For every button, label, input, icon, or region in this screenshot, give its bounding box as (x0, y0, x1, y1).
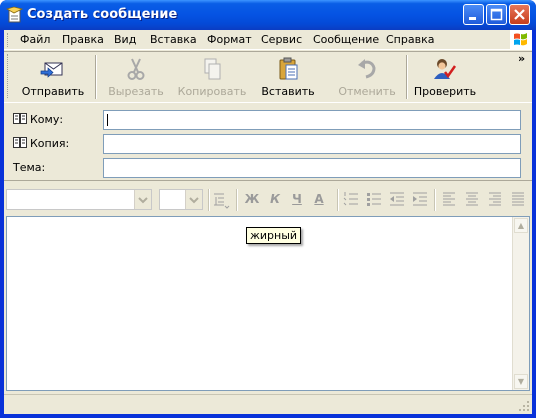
cc-label-button[interactable]: Копия: (13, 137, 69, 150)
decrease-indent-icon[interactable] (389, 191, 405, 207)
paragraph-style-icon[interactable] (212, 191, 230, 209)
menu-view[interactable]: Вид (114, 33, 136, 46)
vertical-scrollbar[interactable]: ▲ ▼ (512, 217, 529, 390)
align-right-icon[interactable] (487, 191, 503, 207)
paste-label: Вставить (261, 85, 315, 98)
numbered-list-icon[interactable] (343, 191, 359, 207)
toolbar-grip (7, 54, 10, 98)
address-book-icon (13, 113, 27, 124)
increase-indent-icon[interactable] (412, 191, 428, 207)
standard-toolbar: Отправить Вырезать Копировать Вставить О… (4, 51, 532, 103)
address-book-icon (13, 137, 27, 148)
menu-grip (7, 33, 10, 47)
text-cursor (107, 114, 108, 126)
underline-button[interactable]: Ч (287, 192, 307, 206)
copy-button[interactable]: Копировать (176, 55, 248, 99)
font-size-combo[interactable] (159, 189, 203, 210)
close-icon (514, 9, 525, 20)
title-bar[interactable]: Создать сообщение (0, 0, 536, 30)
format-separator (337, 189, 339, 211)
windows-logo-icon (510, 30, 532, 50)
menu-help[interactable]: Справка (386, 33, 434, 46)
menu-format[interactable]: Формат (207, 33, 252, 46)
formatting-toolbar: Ж К Ч A (4, 185, 532, 215)
menu-edit[interactable]: Правка (62, 33, 104, 46)
minimize-button[interactable] (463, 4, 484, 25)
scissors-icon (127, 58, 145, 80)
maximize-button[interactable] (486, 4, 507, 25)
scroll-up-button[interactable]: ▲ (514, 218, 528, 233)
message-header: Кому: Копия: Тема: (4, 105, 532, 181)
bold-tooltip: жирный (246, 227, 302, 244)
format-separator (236, 189, 238, 211)
toolbar-overflow-chevron[interactable]: » (518, 52, 525, 65)
paste-button[interactable]: Вставить (256, 55, 320, 99)
check-names-button[interactable]: Проверить (412, 55, 478, 99)
maximize-icon (490, 8, 503, 21)
bold-button[interactable]: Ж (242, 192, 262, 206)
clipboard-icon (279, 57, 298, 80)
align-center-icon[interactable] (464, 191, 480, 207)
menu-insert[interactable]: Вставка (150, 33, 197, 46)
undo-button[interactable]: Отменить (334, 55, 400, 99)
to-label-button[interactable]: Кому: (13, 113, 63, 126)
menu-file[interactable]: Файл (20, 33, 50, 46)
new-message-icon (6, 6, 23, 23)
close-button[interactable] (509, 4, 530, 25)
toolbar-separator (406, 55, 408, 99)
client-area: Файл Правка Вид Вставка Формат Сервис Со… (4, 30, 532, 414)
bulleted-list-icon[interactable] (366, 191, 382, 207)
undo-label: Отменить (338, 85, 396, 98)
resize-grip-icon[interactable] (518, 400, 530, 412)
justify-icon[interactable] (510, 191, 526, 207)
cut-button[interactable]: Вырезать (100, 55, 172, 99)
status-bar (4, 394, 532, 414)
cut-label: Вырезать (108, 85, 164, 98)
menu-bar: Файл Правка Вид Вставка Формат Сервис Со… (4, 30, 532, 50)
minimize-icon (469, 17, 476, 20)
menu-message[interactable]: Сообщение (313, 33, 379, 46)
menu-tools[interactable]: Сервис (261, 33, 302, 46)
format-separator (434, 189, 436, 211)
toolbar-separator (95, 55, 97, 99)
subject-label: Тема: (13, 161, 46, 174)
italic-button[interactable]: К (265, 192, 285, 206)
check-names-label: Проверить (413, 85, 477, 98)
cc-label: Копия: (30, 137, 70, 150)
window-title: Создать сообщение (27, 7, 178, 22)
align-left-icon[interactable] (441, 191, 457, 207)
chevron-down-icon (134, 190, 151, 209)
send-label: Отправить (21, 85, 85, 98)
copy-icon (204, 58, 221, 80)
check-names-icon (434, 59, 457, 79)
font-name-combo[interactable] (6, 189, 152, 210)
to-label: Кому: (30, 113, 64, 126)
send-icon (40, 62, 63, 78)
copy-label: Копировать (177, 85, 247, 98)
undo-icon (358, 59, 376, 79)
send-button[interactable]: Отправить (14, 55, 92, 99)
compose-window: Создать сообщение Файл Правка Вид Вставк… (0, 0, 536, 418)
cc-field[interactable] (103, 134, 521, 154)
subject-field[interactable] (103, 158, 521, 178)
scroll-down-button[interactable]: ▼ (514, 374, 528, 389)
chevron-down-icon (185, 190, 202, 209)
format-separator (208, 189, 210, 211)
to-field[interactable] (103, 110, 521, 130)
font-color-button[interactable]: A (309, 192, 329, 206)
